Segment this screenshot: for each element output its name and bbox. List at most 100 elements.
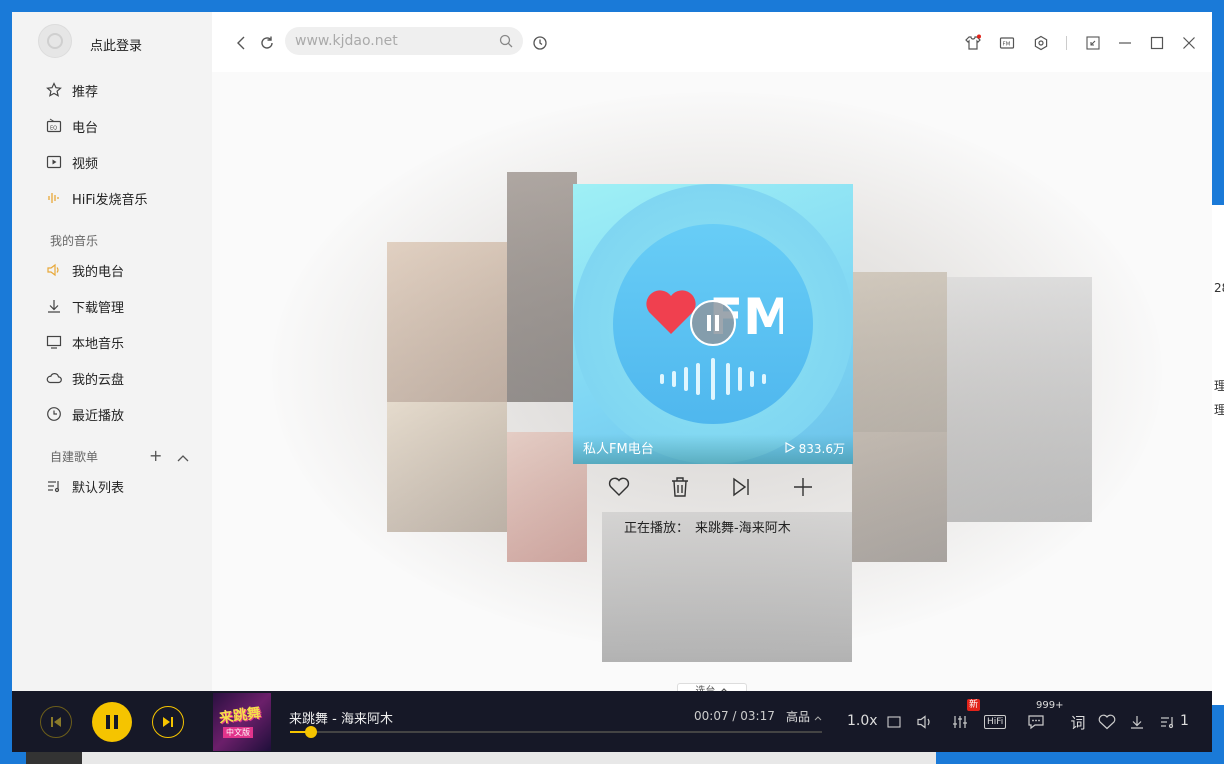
- comment-icon[interactable]: [1025, 711, 1047, 733]
- avatar[interactable]: [38, 24, 72, 58]
- sidebar-item-label: 下载管理: [72, 300, 125, 316]
- search-box[interactable]: [285, 27, 523, 55]
- card-title: 私人FM电台: [583, 442, 654, 457]
- player-bar: 来跳舞 中文版 来跳舞 - 海来阿木 00:07 / 03:17 高品 1.0x…: [12, 691, 1212, 752]
- play-pause-button[interactable]: [92, 702, 132, 742]
- login-link[interactable]: 点此登录: [90, 35, 142, 54]
- background-album-art: [507, 172, 577, 402]
- quality-selector[interactable]: 高品: [786, 708, 822, 725]
- edge-text: 理: [1214, 379, 1224, 393]
- divider: [1066, 36, 1067, 50]
- play-count: 833.6万: [785, 440, 845, 457]
- card-footer: 私人FM电台 833.6万: [573, 434, 853, 464]
- settings-icon[interactable]: [1030, 32, 1052, 54]
- clock-icon: [46, 406, 62, 422]
- like-heart-icon[interactable]: [604, 472, 634, 502]
- sidebar-item-label: 电台: [72, 120, 99, 136]
- sidebar-item-downloads[interactable]: 下载管理: [46, 294, 206, 318]
- video-icon: [46, 154, 62, 170]
- sidebar-item-video[interactable]: 视频: [46, 150, 206, 174]
- next-track-icon[interactable]: [726, 472, 756, 502]
- cover-subtitle: 中文版: [223, 727, 253, 738]
- sidebar-item-label: 本地音乐: [72, 336, 125, 352]
- desktop-lyrics-window-icon[interactable]: [883, 711, 905, 733]
- queue-icon[interactable]: [1157, 711, 1179, 733]
- sidebar: 点此登录 推荐 EQ 电台 视频 HiFi发烧音乐 我的音乐 我的电台 下载管理: [12, 12, 212, 691]
- new-badge: 新: [967, 699, 981, 711]
- collapse-chevron-icon[interactable]: [176, 449, 190, 468]
- cover-title: 来跳舞: [218, 705, 263, 727]
- fm-mini-icon[interactable]: FM: [996, 32, 1018, 54]
- sidebar-item-recommend[interactable]: 推荐: [46, 78, 206, 102]
- volume-icon[interactable]: [914, 711, 936, 733]
- login-area[interactable]: 点此登录: [38, 24, 142, 58]
- sidebar-item-hifi[interactable]: HiFi发烧音乐: [46, 186, 206, 210]
- quality-label: 高品: [786, 710, 811, 724]
- cloud-icon: [46, 370, 62, 386]
- play-count-icon: [785, 442, 795, 453]
- personal-fm-card[interactable]: FM 私人FM电台 833.6万: [573, 184, 853, 464]
- sidebar-item-default-list[interactable]: 默认列表: [46, 474, 206, 498]
- previous-icon: [51, 717, 61, 727]
- previous-button[interactable]: [40, 706, 72, 738]
- sidebar-item-cloud[interactable]: 我的云盘: [46, 366, 206, 390]
- minimize-icon[interactable]: [1114, 32, 1136, 54]
- trash-icon[interactable]: [665, 472, 695, 502]
- speed-button[interactable]: 1.0x: [847, 713, 878, 729]
- maximize-icon[interactable]: [1146, 32, 1168, 54]
- progress-knob[interactable]: [305, 726, 318, 738]
- playlists-header: 自建歌单: [50, 450, 99, 464]
- chevron-up-icon: [814, 716, 822, 721]
- next-button[interactable]: [152, 706, 184, 738]
- queue-count: 1: [1180, 713, 1189, 729]
- pause-overlay-icon[interactable]: [690, 300, 736, 346]
- background-album-art: [852, 272, 947, 432]
- background-album-art: [947, 277, 1092, 522]
- download-icon[interactable]: [1126, 711, 1148, 733]
- star-icon: [46, 82, 62, 98]
- album-cover[interactable]: 来跳舞 中文版: [213, 693, 271, 751]
- mini-mode-icon[interactable]: [1082, 32, 1104, 54]
- my-music-header: 我的音乐: [50, 234, 99, 248]
- sidebar-item-label: HiFi发烧音乐: [72, 192, 148, 208]
- favorite-heart-icon[interactable]: [1096, 711, 1118, 733]
- time-total: 03:17: [740, 709, 775, 723]
- background-window-edge: 28 理 理: [1210, 205, 1224, 705]
- monitor-icon: [46, 334, 62, 350]
- search-icon[interactable]: [499, 34, 513, 52]
- sidebar-item-recent[interactable]: 最近播放: [46, 402, 206, 426]
- background-taskbar-strip: [26, 752, 936, 764]
- add-to-playlist-icon[interactable]: [788, 472, 818, 502]
- equalizer-icon[interactable]: [949, 711, 971, 733]
- lyrics-button[interactable]: 词: [1067, 711, 1089, 733]
- sidebar-item-radio[interactable]: EQ 电台: [46, 114, 206, 138]
- progress-bar[interactable]: [290, 726, 822, 738]
- skin-icon[interactable]: [962, 32, 984, 54]
- sidebar-item-label: 最近播放: [72, 408, 125, 424]
- playback-time: 00:07 / 03:17: [694, 709, 775, 723]
- history-icon[interactable]: [529, 32, 551, 54]
- now-playing-label: 正在播放：: [624, 521, 690, 536]
- background-album-art: [387, 402, 507, 532]
- edge-text: 理: [1214, 403, 1224, 417]
- sidebar-item-label: 我的云盘: [72, 372, 125, 388]
- sidebar-item-local-music[interactable]: 本地音乐: [46, 330, 206, 354]
- back-icon[interactable]: [231, 32, 253, 54]
- close-icon[interactable]: [1178, 32, 1200, 54]
- playlist-icon: [46, 478, 62, 494]
- sidebar-item-label: 推荐: [72, 84, 99, 100]
- play-count-value: 833.6万: [798, 442, 845, 456]
- download-icon: [46, 298, 62, 314]
- svg-text:EQ: EQ: [50, 126, 57, 132]
- sidebar-item-my-radio[interactable]: 我的电台: [46, 258, 206, 282]
- search-input[interactable]: [295, 33, 485, 49]
- refresh-icon[interactable]: [256, 32, 278, 54]
- hifi-button[interactable]: HiFi: [984, 715, 1007, 729]
- comment-count: 999+: [1036, 700, 1064, 711]
- add-playlist-icon[interactable]: +: [149, 446, 162, 465]
- speaker-icon: [46, 262, 62, 278]
- background-album-art: [387, 242, 507, 402]
- top-bar: FM: [212, 12, 1212, 72]
- switch-station-tab[interactable]: 选台: [677, 683, 747, 691]
- song-title[interactable]: 来跳舞 - 海来阿木: [289, 708, 393, 727]
